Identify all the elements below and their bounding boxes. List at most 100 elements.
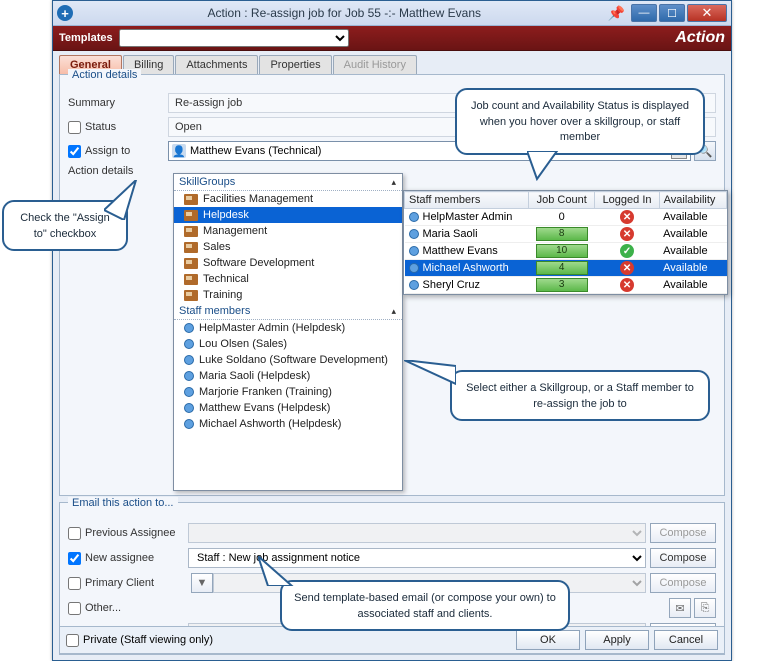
col-jobcount[interactable]: Job Count <box>528 192 594 209</box>
assign-to-checkbox[interactable] <box>68 145 81 158</box>
skillgroup-item[interactable]: Software Development <box>174 255 402 271</box>
skillgroup-item[interactable]: Helpdesk <box>174 207 402 223</box>
maximize-button[interactable]: ☐ <box>659 4 685 22</box>
tabstrip: General Billing Attachments Properties A… <box>59 55 725 74</box>
check-icon: ✓ <box>620 244 634 258</box>
flyout-row[interactable]: HelpMaster Admin0✕Available <box>405 209 727 226</box>
skillgroup-icon <box>184 194 198 205</box>
templates-bar: Templates Action <box>53 26 731 51</box>
col-loggedin[interactable]: Logged In <box>595 192 659 209</box>
flyout-availability: Available <box>659 260 726 277</box>
flyout-row[interactable]: Michael Ashworth4✕Available <box>405 260 727 277</box>
staff-item[interactable]: Michael Ashworth (Helpdesk) <box>174 416 402 432</box>
skillgroup-item[interactable]: Technical <box>174 271 402 287</box>
cancel-button[interactable]: Cancel <box>654 630 718 650</box>
flyout-row[interactable]: Matthew Evans10✓Available <box>405 243 727 260</box>
other-icon-button-2[interactable]: ⎘ <box>694 598 716 618</box>
person-icon: 👤 <box>172 144 186 158</box>
skillgroup-icon <box>184 258 198 269</box>
compose-prev-button: Compose <box>650 523 716 543</box>
tab-properties[interactable]: Properties <box>259 55 331 74</box>
staff-item[interactable]: HelpMaster Admin (Helpdesk) <box>174 320 402 336</box>
titlebar: + Action : Re-assign job for Job 55 -:- … <box>53 1 731 26</box>
person-icon <box>409 280 419 290</box>
person-icon <box>184 323 194 333</box>
skillgroup-item[interactable]: Facilities Management <box>174 191 402 207</box>
compose-new-button[interactable]: Compose <box>650 548 716 568</box>
skillgroup-name: Management <box>203 225 267 237</box>
staff-item[interactable]: Maria Saoli (Helpdesk) <box>174 368 402 384</box>
callout-assign-checkbox: Check the "Assign to" checkbox <box>2 200 128 251</box>
pin-icon[interactable]: 📌 <box>608 5 625 22</box>
staff-name: Maria Saoli (Helpdesk) <box>199 370 310 382</box>
apply-button[interactable]: Apply <box>585 630 649 650</box>
flyout-availability: Available <box>659 209 726 226</box>
skillgroup-name: Sales <box>203 241 231 253</box>
flyout-name: Maria Saoli <box>423 228 478 240</box>
staff-flyout: Staff members Job Count Logged In Availa… <box>403 190 728 295</box>
flyout-jobcount: 10 <box>528 243 594 260</box>
flyout-name: Sheryl Cruz <box>423 279 480 291</box>
skillgroup-name: Technical <box>203 273 249 285</box>
skillgroup-name: Training <box>203 289 242 301</box>
skillgroup-name: Software Development <box>203 257 314 269</box>
person-icon <box>184 419 194 429</box>
col-availability[interactable]: Availability <box>659 192 726 209</box>
staff-item[interactable]: Luke Soldano (Software Development) <box>174 352 402 368</box>
skillgroup-item[interactable]: Training <box>174 287 402 303</box>
minimize-button[interactable]: — <box>631 4 657 22</box>
callout-select-target: Select either a Skillgroup, or a Staff m… <box>450 370 710 421</box>
flyout-jobcount: 8 <box>528 226 594 243</box>
flyout-loggedin: ✕ <box>595 209 659 226</box>
action-details-group-title: Action details <box>68 69 141 81</box>
callout-email-template: Send template-based email (or compose yo… <box>280 580 570 631</box>
status-checkbox[interactable] <box>68 121 81 134</box>
private-checkbox[interactable] <box>66 634 79 647</box>
col-staff[interactable]: Staff members <box>405 192 529 209</box>
cross-icon: ✕ <box>620 227 634 241</box>
private-label: Private (Staff viewing only) <box>83 634 213 646</box>
flyout-row[interactable]: Sheryl Cruz3✕Available <box>405 277 727 294</box>
new-assignee-select[interactable]: Staff : New job assignment notice <box>188 548 646 568</box>
skillgroup-icon <box>184 226 198 237</box>
staff-item[interactable]: Lou Olsen (Sales) <box>174 336 402 352</box>
close-button[interactable]: ✕ <box>687 4 727 22</box>
flyout-jobcount: 0 <box>528 209 594 226</box>
staff-item[interactable]: Marjorie Franken (Training) <box>174 384 402 400</box>
staff-members-header[interactable]: Staff members▴ <box>174 303 402 320</box>
person-icon <box>184 387 194 397</box>
staff-item[interactable]: Matthew Evans (Helpdesk) <box>174 400 402 416</box>
skillgroup-icon <box>184 274 198 285</box>
collapse-icon[interactable]: ▴ <box>391 177 396 188</box>
flyout-row[interactable]: Maria Saoli8✕Available <box>405 226 727 243</box>
skillgroup-item[interactable]: Sales <box>174 239 402 255</box>
primary-client-checkbox[interactable] <box>68 577 81 590</box>
ok-button[interactable]: OK <box>516 630 580 650</box>
primary-client-toggle[interactable]: ▼ <box>191 573 213 593</box>
flyout-name: Matthew Evans <box>423 245 498 257</box>
prev-assignee-checkbox[interactable] <box>68 527 81 540</box>
other-checkbox[interactable] <box>68 602 81 615</box>
skillgroup-icon <box>184 242 198 253</box>
person-icon <box>409 229 419 239</box>
templates-select[interactable] <box>119 29 349 47</box>
staff-flyout-table: Staff members Job Count Logged In Availa… <box>404 191 727 294</box>
other-icon-button-1[interactable]: ✉ <box>669 598 691 618</box>
status-label: Status <box>85 121 116 133</box>
skillgroup-icon <box>184 290 198 301</box>
flyout-jobcount: 4 <box>528 260 594 277</box>
skillgroups-header[interactable]: SkillGroups▴ <box>174 174 402 191</box>
tab-attachments[interactable]: Attachments <box>175 55 258 74</box>
cross-icon: ✕ <box>620 261 634 275</box>
assign-dropdown-panel: SkillGroups▴ Facilities Management Helpde… <box>173 173 403 491</box>
new-icon[interactable]: + <box>57 5 73 21</box>
collapse-icon[interactable]: ▴ <box>391 306 396 317</box>
skillgroup-item[interactable]: Management <box>174 223 402 239</box>
new-assignee-checkbox[interactable] <box>68 552 81 565</box>
templates-label: Templates <box>59 32 113 44</box>
cross-icon: ✕ <box>620 278 634 292</box>
new-assignee-label: New assignee <box>85 552 154 564</box>
flyout-availability: Available <box>659 277 726 294</box>
flyout-loggedin: ✕ <box>595 226 659 243</box>
skillgroup-name: Facilities Management <box>203 193 313 205</box>
